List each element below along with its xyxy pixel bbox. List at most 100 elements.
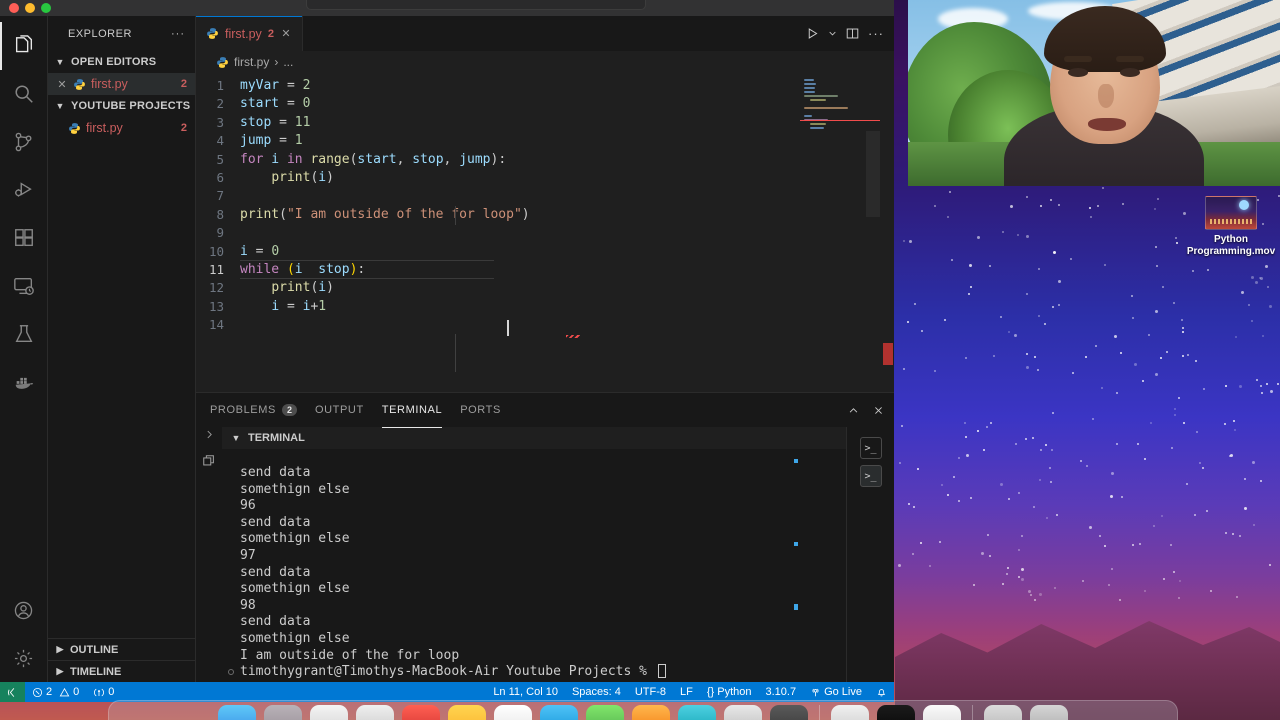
dock-item[interactable] [632,705,670,720]
copy-icon[interactable] [202,454,216,468]
dock-item[interactable] [877,705,915,720]
split-editor-icon[interactable] [846,27,859,40]
desktop-file-python-programming-mov[interactable]: Python Programming.mov [1185,196,1277,258]
desktop-file-label-line1: Python [1185,234,1277,246]
activity-bar-item-settings[interactable] [0,634,48,682]
terminal-main: ▼ TERMINAL send data somethign else 96 s… [222,427,846,682]
status-python-interpreter[interactable]: 3.10.7 [758,682,803,702]
docker-icon [13,371,35,393]
dock-item[interactable] [356,705,394,720]
panel-tab-output[interactable]: OUTPUT [315,393,364,428]
command-center-search[interactable] [306,0,646,10]
activity-bar-item-extensions[interactable] [0,214,48,262]
status-notifications[interactable] [869,682,894,702]
window-traffic-lights[interactable] [0,3,51,13]
dock-item[interactable] [402,705,440,720]
status-problems[interactable]: 2 0 [25,682,86,702]
open-editor-item-first-py[interactable]: ✕ first.py 2 [48,73,195,95]
activity-bar-item-accounts[interactable] [0,586,48,634]
close-editor-icon[interactable]: ✕ [56,78,68,91]
section-timeline[interactable]: ▶ TIMELINE [48,660,195,682]
line-number: 1 [196,77,240,95]
dock-item[interactable] [448,705,486,720]
dock-item[interactable] [310,705,348,720]
dock-item[interactable] [770,705,808,720]
status-ports[interactable]: 0 [86,682,121,702]
status-go-live[interactable]: Go Live [803,682,869,702]
minimize-window-button[interactable] [25,3,35,13]
section-open-editors[interactable]: ▼ OPEN EDITORS [48,51,195,73]
activity-bar-item-run-and-debug[interactable] [0,166,48,214]
terminal-instance-1[interactable]: >_ [860,437,882,459]
panel-tab-ports[interactable]: PORTS [460,393,501,428]
activity-bar-item-source-control[interactable] [0,118,48,166]
status-language-text: Python [717,686,751,698]
editor-more-actions-icon[interactable]: ··· [868,26,884,41]
dock-item-documents[interactable] [984,705,1022,720]
chevron-up-icon[interactable] [848,405,859,416]
dock-separator [819,705,820,720]
line-number: 4 [196,132,240,150]
breadcrumb-item-file[interactable]: first.py [234,55,269,69]
section-youtube-projects[interactable]: ▼ YOUTUBE PROJECTS [48,95,195,117]
panel-actions [848,405,884,416]
status-indentation[interactable]: Spaces: 4 [565,682,628,702]
minimap-slider[interactable] [866,131,880,217]
code-lines[interactable]: 1 myVar = 2 2 start = 0 3 stop = 11 4 jump =… [196,73,894,392]
status-cursor-position[interactable]: Ln 11, Col 10 [486,682,565,702]
play-icon[interactable] [806,27,819,40]
file-tree-item-first-py[interactable]: first.py 2 [48,117,195,139]
close-window-button[interactable] [9,3,19,13]
close-icon[interactable] [873,405,884,416]
remote-explorer-icon [13,275,35,297]
status-encoding[interactable]: UTF-8 [628,682,673,702]
sidebar-explorer: EXPLORER ··· ▼ OPEN EDITORS ✕ first.py 2… [48,16,196,682]
status-remote-indicator[interactable] [0,682,25,702]
terminal-instance-2[interactable]: >_ [860,465,882,487]
dock-item[interactable] [494,705,532,720]
editor-tab-close-icon[interactable]: ✕ [280,27,292,40]
status-language-mode[interactable]: {} Python [700,682,759,702]
activity-bar-item-testing[interactable] [0,310,48,358]
activity-bar-item-explorer[interactable] [0,22,48,70]
dock-item[interactable] [678,705,716,720]
dock-item[interactable] [923,705,961,720]
terminal-gutter [196,427,222,682]
dock-item[interactable] [264,705,302,720]
status-eol[interactable]: LF [673,682,700,702]
macos-dock[interactable] [108,700,1178,720]
status-warning-count: 0 [73,686,79,698]
terminal-line: 96 [240,498,846,515]
workbench-body: EXPLORER ··· ▼ OPEN EDITORS ✕ first.py 2… [0,16,894,682]
minimap[interactable] [800,73,880,392]
maximize-window-button[interactable] [41,3,51,13]
panel-tab-terminal[interactable]: TERMINAL [382,393,442,428]
dock-item-trash[interactable] [1030,705,1068,720]
section-youtube-projects-label: YOUTUBE PROJECTS [71,100,190,112]
activity-bar-item-search[interactable] [0,70,48,118]
editor-scrollbar[interactable] [880,73,894,392]
dock-item[interactable] [586,705,624,720]
title-bar-layout-controls[interactable] [807,0,886,1]
chevron-down-icon[interactable] [828,29,837,38]
sidebar-more-actions-button[interactable]: ··· [171,28,185,40]
activity-bar-item-remote-explorer[interactable] [0,262,48,310]
terminal-header[interactable]: ▼ TERMINAL [222,427,846,449]
dock-item[interactable] [831,705,869,720]
terminal-output[interactable]: send data somethign else 96 send data so… [222,449,846,682]
breadcrumb[interactable]: first.py › ... [196,51,894,73]
line-content: while (i stop): [240,261,894,279]
panel-tab-problems[interactable]: PROBLEMS 2 [210,393,297,428]
terminal-prompt-line[interactable]: timothygrant@Timothys-MacBook-Air Youtub… [240,664,846,681]
code-editor[interactable]: 1 myVar = 2 2 start = 0 3 stop = 11 4 jump =… [196,73,894,392]
dock-item[interactable] [540,705,578,720]
activity-bar-item-docker[interactable] [0,358,48,406]
section-outline[interactable]: ▶ OUTLINE [48,638,195,660]
editor-tab-first-py[interactable]: first.py 2 ✕ [196,16,303,51]
line-content [240,224,894,242]
panel-tab-terminal-label: TERMINAL [382,404,442,416]
dock-item[interactable] [218,705,256,720]
breadcrumb-item-symbol[interactable]: ... [283,55,293,69]
chevron-right-icon[interactable] [204,429,215,440]
dock-item[interactable] [724,705,762,720]
